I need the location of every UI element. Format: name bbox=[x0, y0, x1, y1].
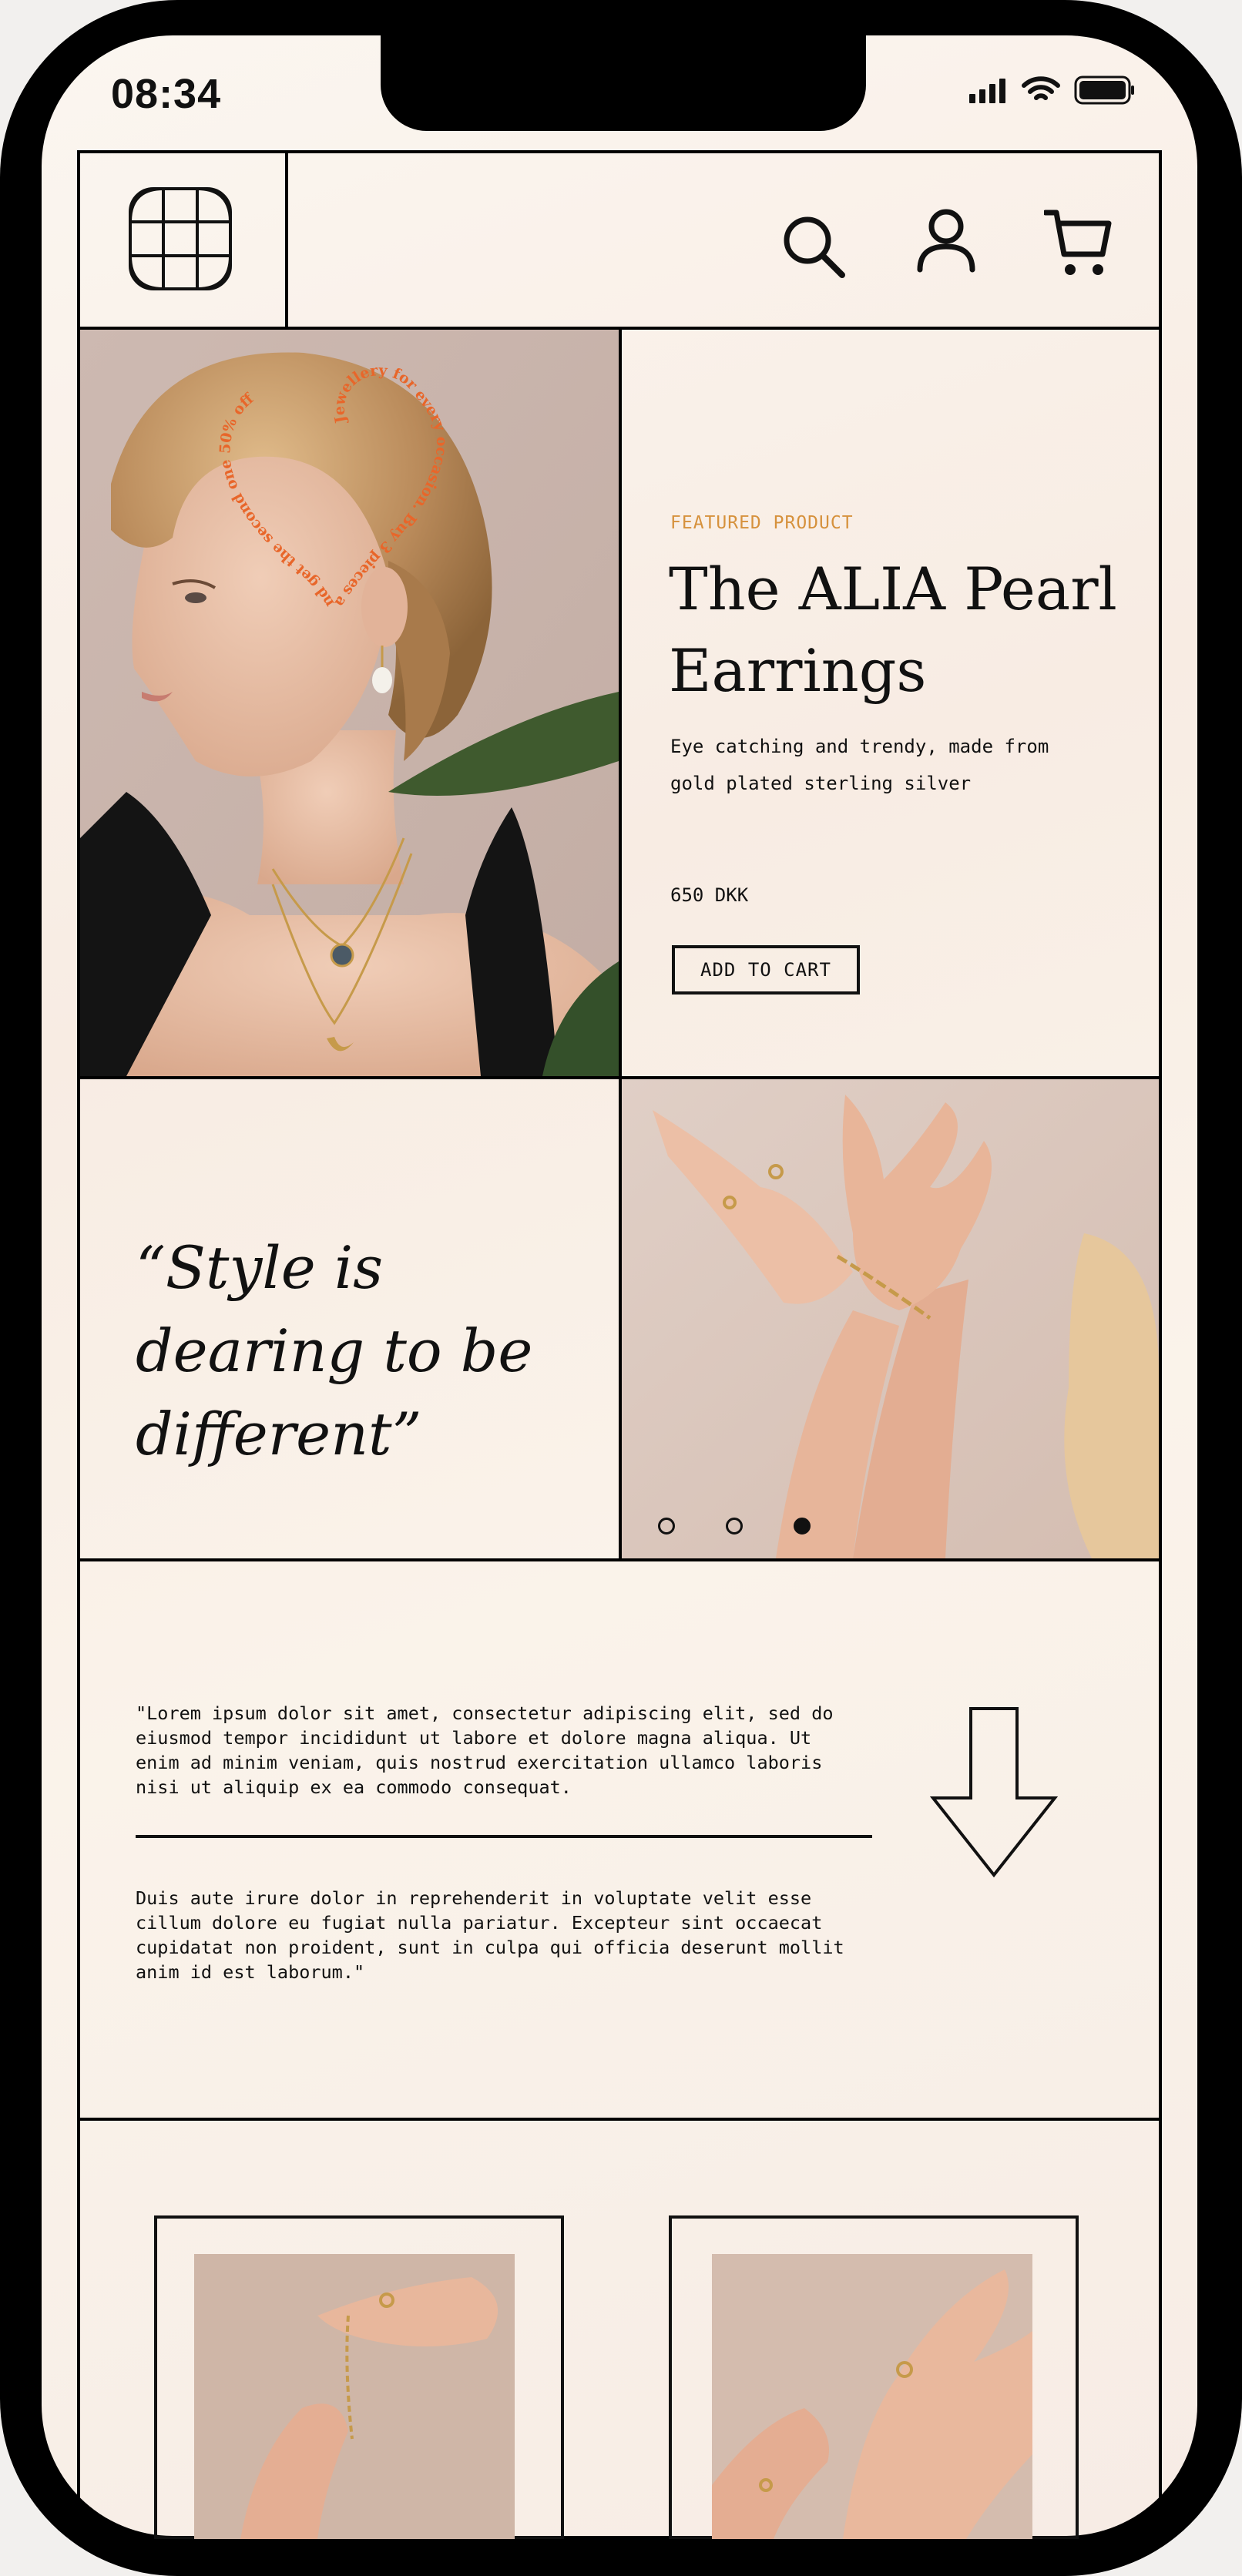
volume-up-button bbox=[0, 493, 3, 647]
grid-logo-icon bbox=[129, 187, 232, 290]
status-time: 08:34 bbox=[111, 71, 222, 117]
product-description: Eye catching and trendy, made from gold … bbox=[670, 736, 1049, 794]
hands-bracelet-photo[interactable] bbox=[622, 1079, 1159, 1558]
notch bbox=[381, 35, 866, 131]
frame-right bbox=[1159, 150, 1162, 2538]
carousel-dot-3[interactable] bbox=[794, 1518, 811, 1535]
account-button[interactable] bbox=[915, 208, 977, 277]
power-button bbox=[1239, 555, 1242, 786]
search-button[interactable] bbox=[780, 213, 847, 283]
signal-icon bbox=[969, 79, 1005, 103]
add-to-cart-button[interactable]: ADD TO CART bbox=[672, 945, 860, 995]
volume-down-button bbox=[0, 693, 3, 847]
product-card-2-image[interactable] bbox=[712, 2254, 1032, 2539]
carousel-dot-2[interactable] bbox=[726, 1518, 743, 1535]
brand-quote: “Style is dearing to be different” bbox=[136, 1233, 533, 1468]
arrow-down-icon bbox=[929, 1707, 1059, 1878]
cart-icon bbox=[1042, 210, 1112, 275]
scroll-down-button[interactable] bbox=[928, 1706, 1059, 1883]
search-icon bbox=[784, 216, 845, 278]
cart-button[interactable] bbox=[1042, 208, 1113, 282]
carousel-dots bbox=[658, 1518, 811, 1535]
product-title: The ALIA Pearl Earrings bbox=[669, 555, 1117, 705]
carousel-dot-1[interactable] bbox=[658, 1518, 675, 1535]
about-paragraph-2: Duis aute irure dolor in reprehenderit i… bbox=[136, 1887, 844, 1983]
featured-eyebrow: FEATURED PRODUCT bbox=[670, 513, 854, 533]
product-card-1-image[interactable] bbox=[194, 2254, 515, 2539]
about-divider bbox=[136, 1835, 872, 1838]
status-icons bbox=[969, 75, 1136, 105]
mute-switch bbox=[0, 324, 3, 416]
hands-image bbox=[622, 1079, 1159, 1558]
hand-chain-image bbox=[194, 2254, 515, 2539]
menu-logo-button[interactable] bbox=[129, 187, 232, 293]
battery-icon bbox=[1074, 75, 1134, 105]
quote-bottom-line bbox=[77, 1558, 1162, 1561]
wifi-icon bbox=[1022, 76, 1060, 100]
about-paragraph-1: "Lorem ipsum dolor sit amet, consectetur… bbox=[136, 1702, 834, 1798]
hands-rings-image bbox=[712, 2254, 1032, 2539]
frame-top bbox=[77, 150, 1162, 153]
product-price: 650 DKK bbox=[670, 884, 749, 906]
user-icon bbox=[917, 209, 975, 273]
hero-product-photo: Jewellery for every occasion. Buy 3 piec… bbox=[80, 330, 619, 1076]
model-portrait-image: Jewellery for every occasion. Buy 3 piec… bbox=[80, 330, 619, 1076]
header-divider bbox=[285, 150, 288, 327]
about-bottom-line bbox=[77, 2118, 1162, 2121]
